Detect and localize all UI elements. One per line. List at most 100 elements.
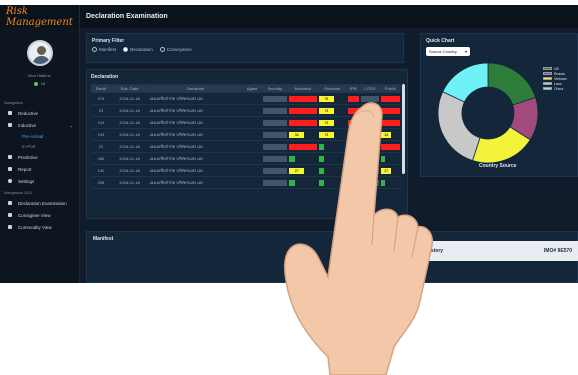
grid-icon bbox=[8, 123, 12, 127]
sidebar-item-label: Commodity View bbox=[18, 224, 52, 230]
table-cell: 22 bbox=[91, 140, 111, 153]
quick-chart-panel: Quick Chart Source Country ▾ US Russia Viet… bbox=[420, 33, 578, 177]
table-cell: เฮงเอเซียจำกัด บริษัทขนส่ง เฮง bbox=[148, 176, 243, 189]
table-cell: 374 bbox=[91, 92, 111, 105]
brand-logo[interactable]: Risk Management bbox=[0, 5, 79, 28]
imo-number: IMO# 9E570 bbox=[543, 248, 572, 254]
sidebar-item-consignee-view[interactable]: Consignee View bbox=[0, 209, 79, 221]
legend-swatch bbox=[543, 86, 552, 91]
radio-conveyance[interactable]: Conveyance bbox=[159, 47, 192, 52]
table-cell bbox=[242, 152, 262, 165]
grid-icon bbox=[8, 201, 12, 205]
sidebar-item-label: Inductive bbox=[18, 122, 37, 128]
table-cell bbox=[242, 92, 262, 105]
grid-icon bbox=[8, 155, 12, 159]
sidebar-item-inductive[interactable]: Inductive ⌄ bbox=[0, 119, 79, 131]
sidebar-item-deductive[interactable]: Deductive bbox=[0, 107, 79, 119]
table-cell: 286 bbox=[91, 152, 111, 165]
sidebar-item-label: Deductive bbox=[18, 110, 39, 116]
column-header[interactable]: Public bbox=[379, 84, 402, 93]
table-cell: 2018-01-18 bbox=[110, 164, 149, 177]
sidebar: Risk Management Mon Hattime 18 Navigatio… bbox=[0, 5, 80, 283]
user-count: 18 bbox=[40, 81, 46, 86]
table-cell bbox=[242, 164, 262, 177]
table-cell: เฮงเอเซียจำกัด บริษัทขนส่ง เฮง bbox=[148, 104, 243, 117]
page-title: Declaration Examination bbox=[80, 5, 578, 28]
pie-slice-laos[interactable] bbox=[437, 91, 481, 162]
grid-icon bbox=[8, 225, 12, 229]
sidebar-item-commodity-view[interactable]: Commodity View bbox=[0, 221, 79, 233]
table-cell: 2018-01-18 bbox=[110, 176, 149, 189]
radio-label: Conveyance bbox=[166, 47, 192, 52]
radio-circle-icon bbox=[159, 47, 165, 52]
sidebar-item-report[interactable]: Report bbox=[0, 163, 79, 175]
select-value: Source Country bbox=[429, 49, 457, 54]
column-header[interactable]: Revenue bbox=[317, 84, 348, 93]
legend-label: Laos bbox=[554, 81, 562, 86]
chevron-down-icon: ⌄ bbox=[69, 122, 73, 128]
legend-label: Vietnam bbox=[554, 76, 567, 81]
legend-label: US bbox=[554, 66, 559, 71]
legend-swatch bbox=[543, 71, 552, 76]
legend-item: China bbox=[543, 86, 567, 91]
table-cell: 2018-01-18 bbox=[110, 92, 149, 105]
table-cell bbox=[242, 176, 262, 189]
filter-radio-group: Manifest Declaration Conveyance bbox=[92, 47, 398, 52]
table-cell: เฮงเอเซียจำกัด บริษัทขนส่ง เฮง bbox=[148, 92, 243, 105]
source-select[interactable]: Source Country ▾ bbox=[426, 47, 470, 56]
gear-icon bbox=[8, 179, 12, 183]
column-header[interactable]: Declarant bbox=[148, 84, 243, 93]
user-name: Mon Hattime bbox=[28, 73, 51, 78]
column-header[interactable]: Sub. Date bbox=[110, 84, 150, 93]
table-cell: 296 bbox=[91, 176, 111, 189]
radio-selected-icon bbox=[123, 47, 129, 52]
radio-label: Manifest bbox=[99, 47, 117, 52]
document-icon bbox=[8, 167, 12, 171]
sidebar-item-in-port[interactable]: In-Port bbox=[0, 141, 79, 151]
primary-filter-panel: Primary Filter Manifest Declaration Conv… bbox=[86, 33, 404, 63]
sidebar-item-label: Declaration Examination bbox=[18, 200, 67, 206]
table-cell: 130 bbox=[91, 164, 111, 177]
table-cell: 104 bbox=[91, 116, 111, 129]
sidebar-item-pre-arrival[interactable]: Pre-Arrival bbox=[0, 131, 79, 141]
radio-manifest[interactable]: Manifest bbox=[92, 47, 116, 52]
table-cell: เฮงเอเซียจำกัด บริษัทขนส่ง เฮง bbox=[148, 164, 243, 177]
table-cell: 2018-01-18 bbox=[110, 104, 149, 117]
photo-stage: Risk Management Mon Hattime 18 Navigatio… bbox=[0, 0, 578, 375]
table-cell bbox=[242, 128, 262, 141]
donut-chart bbox=[437, 62, 539, 164]
table-cell bbox=[242, 116, 262, 129]
table-cell: เฮงเอเซียจำกัด บริษัทขนส่ง เฮง bbox=[148, 152, 243, 165]
table-cell: 2018-01-18 bbox=[110, 152, 149, 165]
sidebar-item-declaration-examination[interactable]: Declaration Examination bbox=[0, 197, 79, 209]
nav-section-label: Navigation bbox=[4, 100, 23, 105]
online-dot-icon bbox=[33, 81, 38, 86]
table-cell: เฮงเอเซียจำกัด บริษัทขนส่ง เฮง bbox=[148, 128, 243, 141]
column-header[interactable]: Security bbox=[261, 84, 289, 93]
chart-legend: US Russia Vietnam Laos China bbox=[543, 66, 567, 91]
users-icon bbox=[8, 213, 12, 217]
table-cell: เฮงเอเซียจำกัด บริษัทขนส่ง เฮง bbox=[148, 140, 243, 153]
column-header[interactable]: Decl# bbox=[90, 84, 112, 93]
sidebar-item-label: Consignee View bbox=[18, 212, 51, 218]
table-cell: 153 bbox=[91, 128, 111, 141]
table-cell: เฮงเอเซียจำกัด บริษัทขนส่ง เฮง bbox=[148, 116, 243, 129]
table-cell: 2018-01-18 bbox=[110, 140, 149, 153]
sidebar-item-predictive[interactable]: Predictive bbox=[0, 151, 79, 163]
declaration-title: Declaration bbox=[91, 74, 119, 80]
profile: Mon Hattime 18 bbox=[0, 28, 79, 86]
column-header[interactable]: LITES bbox=[359, 84, 381, 93]
pie-slice-us[interactable] bbox=[487, 62, 537, 106]
sidebar-item-label: Predictive bbox=[18, 154, 38, 160]
column-header[interactable]: IPR bbox=[346, 84, 361, 93]
column-header[interactable]: Agent bbox=[241, 84, 263, 93]
sidebar-item-label: Report bbox=[18, 166, 32, 172]
radio-declaration[interactable]: Declaration bbox=[123, 47, 153, 52]
primary-filter-title: Primary Filter bbox=[92, 38, 125, 44]
column-header[interactable]: Narcotics bbox=[287, 84, 319, 93]
chart-caption: Country Source bbox=[479, 163, 517, 169]
avatar[interactable] bbox=[26, 40, 53, 66]
legend-swatch bbox=[543, 81, 552, 86]
sidebar-item-settings[interactable]: Settings bbox=[0, 175, 79, 187]
quick-chart-title: Quick Chart bbox=[426, 38, 455, 44]
